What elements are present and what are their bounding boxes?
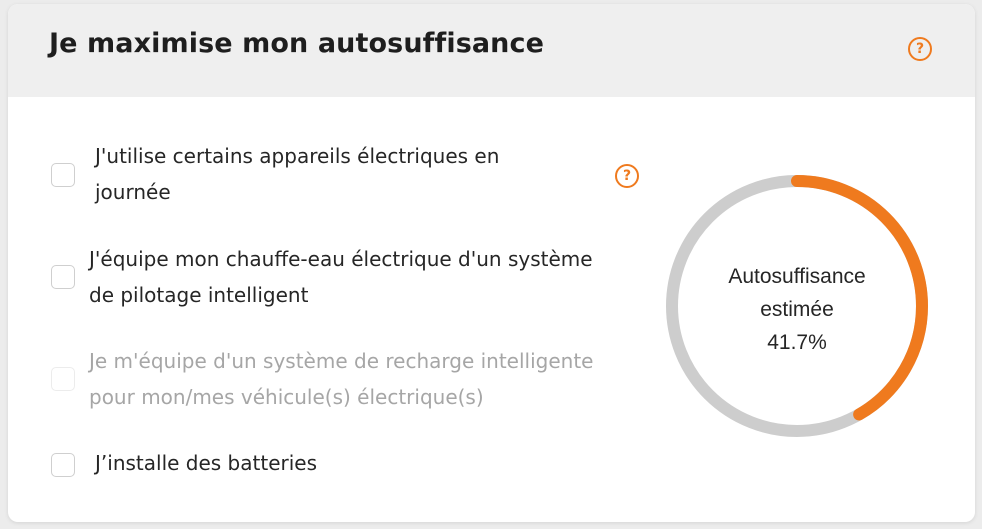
option-label-line: journée: [95, 180, 171, 204]
gauge-label-line1: Autosuffisance: [728, 265, 866, 288]
option-label-line: J’installe des batteries: [95, 451, 318, 475]
option-help-icon[interactable]: ?: [615, 164, 639, 188]
option-label[interactable]: J'équipe mon chauffe-eau électrique d'un…: [89, 241, 593, 313]
option-label[interactable]: J’installe des batteries: [95, 445, 317, 481]
option-label-line: pour mon/mes véhicule(s) électrique(s): [89, 385, 484, 409]
option-label[interactable]: J'utilise certains appareils électriques…: [95, 138, 499, 210]
card-header: Je maximise mon autosuffisance ?: [8, 4, 975, 97]
gauge-label-line2: estimée: [760, 298, 834, 321]
option-label-line: Je m'équipe d'un système de recharge int…: [89, 349, 594, 373]
autosufficiency-card: Je maximise mon autosuffisance ? J'utili…: [8, 4, 975, 522]
gauge-label: Autosuffisance estimée 41.7%: [663, 260, 931, 359]
checkbox-water-heater[interactable]: [51, 265, 75, 289]
option-label: Je m'équipe d'un système de recharge int…: [89, 343, 593, 415]
option-label-line: de pilotage intelligent: [89, 283, 309, 307]
card-title: Je maximise mon autosuffisance: [49, 28, 545, 59]
gauge-value: 41.7%: [767, 331, 827, 354]
option-label-line: J'utilise certains appareils électriques…: [95, 144, 500, 168]
header-help-icon[interactable]: ?: [908, 37, 932, 61]
option-label-line: J'équipe mon chauffe-eau électrique d'un…: [89, 247, 593, 271]
checkbox-batteries[interactable]: [51, 453, 75, 477]
checkbox-daytime-appliances[interactable]: [51, 163, 75, 187]
checkbox-ev-charging: [51, 367, 75, 391]
